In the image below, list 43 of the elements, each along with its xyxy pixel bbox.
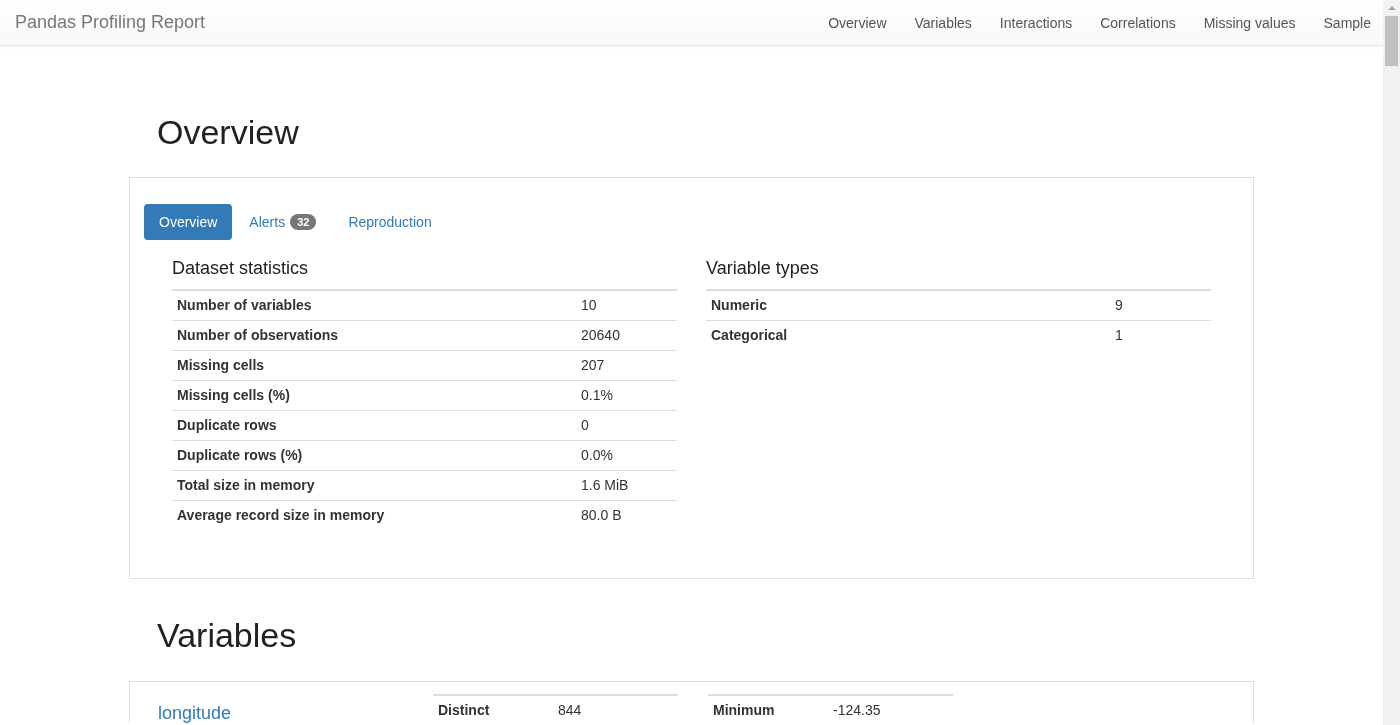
table-cell: 10 xyxy=(576,290,677,321)
table-cell: 0 xyxy=(576,410,677,441)
tab[interactable]: Alerts 32 xyxy=(234,204,332,241)
table-cell: Number of variables xyxy=(172,290,576,321)
table-cell: Total size in memory xyxy=(172,470,576,501)
variable-link[interactable]: longitude xyxy=(158,703,232,722)
table-cell: Missing cells (%) xyxy=(172,380,576,411)
table-cell: 0.0% xyxy=(576,440,677,471)
count-badge: 32 xyxy=(290,214,317,231)
table-title: Dataset statistics xyxy=(172,258,310,280)
nav-link[interactable]: Missing values xyxy=(1189,14,1310,31)
tab[interactable]: Reproduction xyxy=(333,204,447,241)
scroll-up-icon[interactable] xyxy=(1387,6,1396,10)
nav-link[interactable]: Overview xyxy=(814,14,901,31)
nav-link[interactable]: Sample xyxy=(1309,14,1371,31)
table-cell: 1.6 MiB xyxy=(576,470,677,501)
scrollbar-thumb[interactable] xyxy=(1385,16,1398,66)
tab[interactable]: Overview xyxy=(144,204,233,241)
scrollbar[interactable] xyxy=(1383,0,1400,725)
table-cell: 80.0 B xyxy=(576,500,677,531)
table-cell: 207 xyxy=(576,350,677,381)
table-cell: Numeric xyxy=(706,290,1110,321)
table-cell: -124.35 xyxy=(828,694,953,722)
table-cell: Duplicate rows xyxy=(172,410,576,441)
nav-link[interactable]: Correlations xyxy=(1086,14,1190,31)
table-cell: Duplicate rows (%) xyxy=(172,440,576,471)
table-cell: 20640 xyxy=(576,320,677,351)
table-cell: Minimum xyxy=(708,694,828,722)
table-cell: Categorical xyxy=(706,320,1110,351)
section-title: Variables xyxy=(157,617,298,655)
section-title: Overview xyxy=(157,114,300,152)
table-cell: 0.1% xyxy=(576,380,677,411)
table-cell: Missing cells xyxy=(172,350,576,381)
table-cell: Number of observations xyxy=(172,320,576,351)
table-cell: 844 xyxy=(553,694,678,722)
brand-link[interactable]: Pandas Profiling Report xyxy=(15,12,206,33)
table-cell: 9 xyxy=(1110,290,1211,321)
nav-link[interactable]: Variables xyxy=(900,14,986,31)
nav-link[interactable]: Interactions xyxy=(985,14,1087,31)
table-cell: Average record size in memory xyxy=(172,500,576,531)
table-cell: 1 xyxy=(1110,320,1211,351)
table-cell: Distinct xyxy=(433,694,553,722)
table-title: Variable types xyxy=(706,258,820,280)
